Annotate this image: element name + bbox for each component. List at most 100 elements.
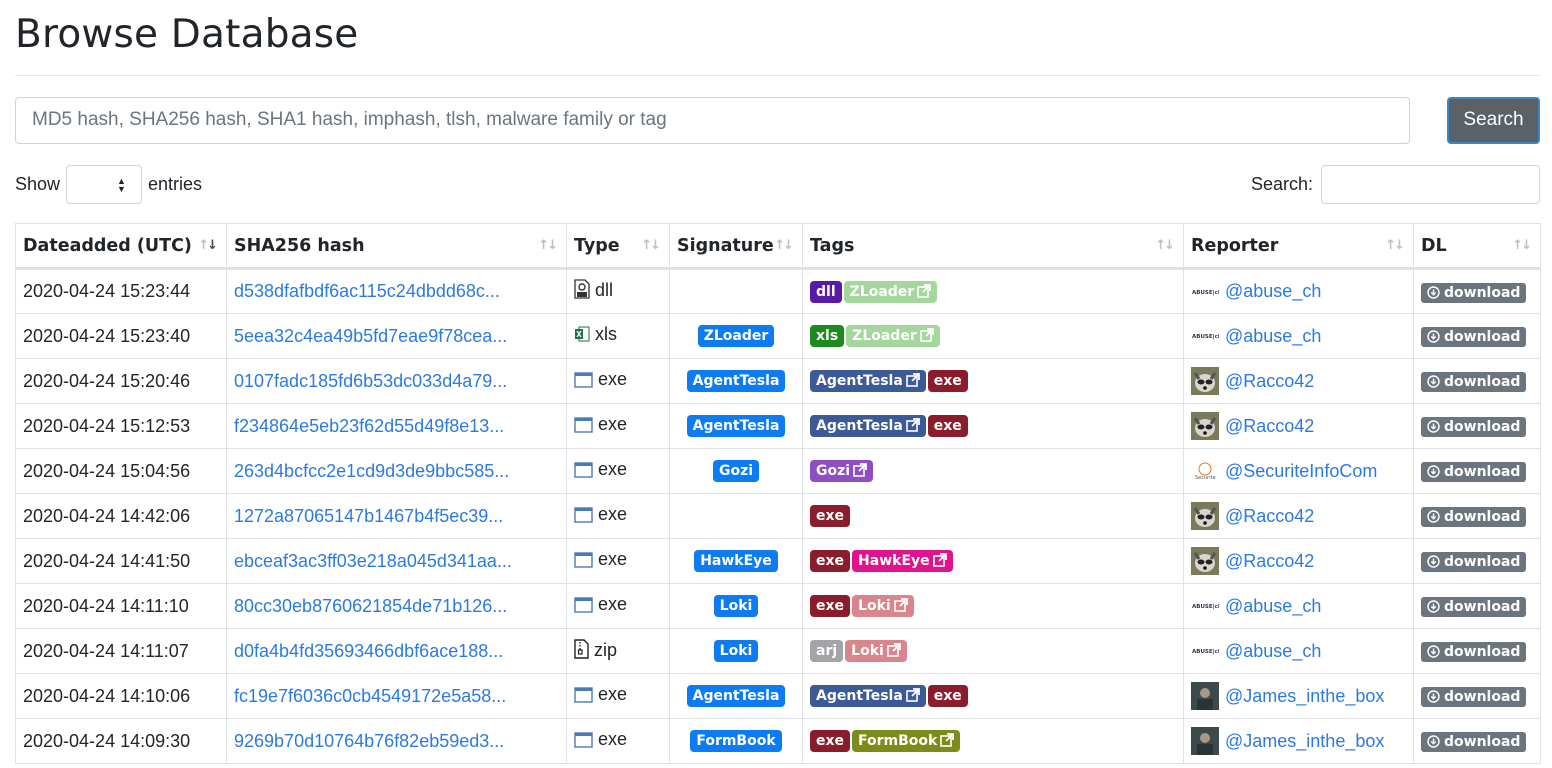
hash-link[interactable]: d0fa4b4fd35693466dbf6ace188... (234, 641, 503, 661)
tag-badge[interactable]: exe (810, 505, 851, 528)
cell-reporter: ABUSE|ch @abuse_ch (1183, 268, 1414, 314)
download-button[interactable]: download (1421, 732, 1527, 752)
tag-badge[interactable]: ZLoader (843, 280, 938, 303)
signature-badge[interactable]: FormBook (690, 730, 782, 753)
column-header-type[interactable]: Type ↑↓ (566, 223, 670, 270)
tag-badge[interactable]: AgentTesla (810, 370, 926, 393)
reporter-link[interactable]: @Racco42 (1225, 551, 1314, 572)
cell-signature (669, 268, 803, 314)
download-icon (1427, 509, 1444, 525)
reporter-link[interactable]: @Racco42 (1225, 416, 1314, 437)
tag-badge[interactable]: Loki (852, 595, 914, 618)
cell-hash: f234864e5eb23f62d55d49f8e13... (226, 403, 567, 449)
cell-tags: Gozi (802, 448, 1184, 494)
cell-tags: exe Loki (802, 583, 1184, 629)
type-text: exe (598, 549, 628, 569)
hash-link[interactable]: 80cc30eb8760621854de71b126... (234, 596, 507, 616)
signature-badge[interactable]: Loki (713, 640, 759, 663)
tag-badge[interactable]: AgentTesla (810, 685, 926, 708)
entries-select[interactable]: ▲ ▼ (66, 164, 143, 204)
tag-badge[interactable]: ZLoader (846, 325, 940, 348)
reporter-link[interactable]: @SecuriteInfoCom (1225, 461, 1377, 482)
tag-badge[interactable]: HawkEye (852, 550, 953, 573)
tag-badge[interactable]: exe (810, 730, 851, 753)
cell-type: dll (566, 268, 670, 314)
svg-text:ABUSE|ch: ABUSE|ch (1192, 334, 1219, 340)
column-header-sha256[interactable]: SHA256 hash ↑↓ (226, 223, 567, 270)
cell-signature: FormBook (669, 718, 803, 764)
cell-signature (669, 493, 803, 539)
download-button[interactable]: download (1421, 687, 1527, 707)
table-filter-input[interactable] (1321, 165, 1540, 204)
tag-badge[interactable]: exe (927, 415, 968, 438)
download-button[interactable]: download (1421, 552, 1527, 572)
hash-link[interactable]: d538dfafbdf6ac115c24dbdd68c... (234, 281, 500, 301)
search-input[interactable] (15, 96, 1410, 144)
signature-badge[interactable]: ZLoader (697, 325, 775, 348)
download-button[interactable]: download (1421, 642, 1527, 662)
type-text: exe (598, 684, 628, 704)
tag-label: exe (933, 373, 962, 390)
tag-label: Loki (851, 643, 884, 660)
download-button[interactable]: download (1421, 327, 1527, 347)
hash-link[interactable]: 263d4bcfcc2e1cd9d3de9bbc585... (234, 461, 509, 481)
reporter-link[interactable]: @Racco42 (1225, 371, 1314, 392)
tag-badge[interactable]: exe (810, 595, 851, 618)
tag-badge[interactable]: AgentTesla (810, 415, 926, 438)
signature-badge[interactable]: Loki (713, 595, 759, 618)
hash-link[interactable]: 1272a87065147b1467b4f5ec39... (234, 506, 503, 526)
filter-label: Search: (1250, 174, 1313, 194)
tag-badge[interactable]: arj (810, 640, 844, 663)
download-button[interactable]: download (1421, 372, 1527, 392)
cell-dl: download (1413, 493, 1541, 539)
tag-badge[interactable]: exe (927, 370, 968, 393)
hash-link[interactable]: f234864e5eb23f62d55d49f8e13... (234, 416, 504, 436)
tag-badge[interactable]: Loki (845, 640, 907, 663)
download-button[interactable]: download (1421, 597, 1527, 617)
download-button[interactable]: download (1421, 462, 1527, 482)
reporter-link[interactable]: @abuse_ch (1225, 326, 1321, 347)
cell-signature: Loki (669, 583, 803, 629)
reporter-link[interactable]: @James_inthe_box (1225, 731, 1384, 752)
cell-dateadded: 2020-04-24 14:11:07 (15, 628, 227, 674)
signature-badge[interactable]: AgentTesla (686, 415, 786, 438)
hash-link[interactable]: ebceaf3ac3ff03e218a045d341aa... (234, 551, 512, 571)
tag-badge[interactable]: xls (810, 325, 845, 348)
tag-badge[interactable]: exe (810, 550, 851, 573)
column-header-signature[interactable]: Signature ↑↓ (669, 223, 803, 270)
window-icon (574, 507, 593, 528)
hash-link[interactable]: 5eea32c4ea49b5fd7eae9f78cea... (234, 326, 507, 346)
signature-badge[interactable]: AgentTesla (686, 685, 786, 708)
column-header-dl[interactable]: DL ↑↓ (1413, 223, 1541, 270)
reporter-link[interactable]: @abuse_ch (1225, 641, 1321, 662)
reporter-link[interactable]: @Racco42 (1225, 506, 1314, 527)
column-header-dateadded[interactable]: Dateadded (UTC) ↑↓ (15, 223, 227, 270)
date-text: 2020-04-24 14:11:07 (23, 640, 189, 661)
signature-badge[interactable]: Gozi (712, 460, 760, 483)
tag-badge[interactable]: Gozi (810, 460, 874, 483)
date-text: 2020-04-24 14:42:06 (23, 505, 191, 526)
cell-hash: 1272a87065147b1467b4f5ec39... (226, 493, 567, 539)
tag-badge[interactable]: dll (810, 280, 842, 303)
download-button[interactable]: download (1421, 417, 1527, 437)
tag-badge[interactable]: FormBook (852, 730, 961, 753)
signature-badge[interactable]: AgentTesla (686, 370, 786, 393)
signature-badge[interactable]: HawkEye (694, 550, 778, 573)
download-button[interactable]: download (1421, 282, 1527, 303)
column-header-tags[interactable]: Tags ↑↓ (802, 223, 1184, 270)
reporter-link[interactable]: @James_inthe_box (1225, 686, 1384, 707)
hash-link[interactable]: 9269b70d10764b76f82eb59ed3... (234, 731, 504, 751)
download-button[interactable]: download (1421, 507, 1527, 527)
cell-tags: exe (802, 493, 1184, 539)
hash-link[interactable]: 0107fadc185fd6b53dc033d4a79... (234, 371, 507, 391)
external-link-icon (903, 418, 920, 434)
cell-dl: download (1413, 448, 1541, 494)
tag-badge[interactable]: exe (927, 685, 968, 708)
reporter-link[interactable]: @abuse_ch (1225, 596, 1321, 617)
search-button[interactable]: Search (1447, 96, 1540, 144)
column-header-reporter[interactable]: Reporter ↑↓ (1183, 223, 1414, 270)
reporter-link[interactable]: @abuse_ch (1225, 281, 1321, 302)
hash-link[interactable]: fc19e7f6036c0cb4549172e5a58... (234, 686, 506, 706)
date-text: 2020-04-24 14:41:50 (23, 550, 191, 571)
cell-hash: ebceaf3ac3ff03e218a045d341aa... (226, 538, 567, 584)
